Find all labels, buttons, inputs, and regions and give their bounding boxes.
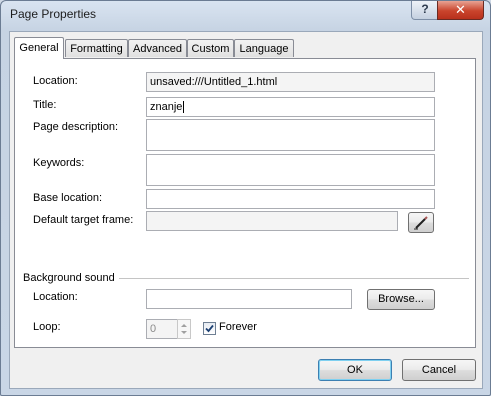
tab-language[interactable]: Language bbox=[234, 39, 294, 57]
keywords-label: Keywords: bbox=[33, 157, 85, 169]
cancel-button[interactable]: Cancel bbox=[402, 359, 476, 381]
window-title: Page Properties bbox=[10, 7, 97, 21]
close-button[interactable]: ✕ bbox=[437, 1, 484, 20]
title-input[interactable]: znanje​ bbox=[146, 97, 435, 117]
tab-advanced[interactable]: Advanced bbox=[128, 39, 187, 57]
location-label: Location: bbox=[33, 75, 78, 87]
dialog-client-area: General Formatting Advanced Custom Langu… bbox=[9, 31, 483, 389]
tab-custom[interactable]: Custom bbox=[187, 39, 234, 57]
base-location-label: Base location: bbox=[33, 192, 103, 204]
sound-location-input[interactable] bbox=[146, 289, 352, 309]
page-properties-dialog: Page Properties ? ✕ General Formatting A… bbox=[0, 0, 491, 396]
title-bar[interactable]: Page Properties ? ✕ bbox=[1, 1, 490, 29]
sound-location-label: Location: bbox=[33, 291, 78, 303]
text-cursor: ​ bbox=[183, 101, 185, 113]
title-label: Title: bbox=[33, 99, 57, 111]
checkmark-icon bbox=[205, 324, 214, 333]
page-description-label: Page description: bbox=[33, 121, 118, 133]
default-target-frame-label: Default target frame: bbox=[33, 214, 134, 226]
title-input-value: znanje bbox=[150, 101, 183, 113]
loop-spinner[interactable] bbox=[177, 319, 191, 339]
forever-checkbox[interactable] bbox=[203, 322, 216, 335]
ok-button[interactable]: OK bbox=[318, 359, 392, 381]
default-target-frame-field[interactable] bbox=[146, 211, 398, 231]
spin-arrows-icon bbox=[181, 324, 187, 334]
browse-button[interactable]: Browse... bbox=[367, 289, 435, 310]
base-location-input[interactable] bbox=[146, 189, 435, 209]
general-tab-panel: Location: unsaved:///Untitled_1.html Tit… bbox=[14, 58, 476, 348]
page-description-input[interactable] bbox=[146, 119, 435, 151]
pick-target-frame-button[interactable] bbox=[408, 212, 434, 233]
pencil-icon bbox=[414, 216, 428, 230]
background-sound-section-label: Background sound bbox=[23, 272, 115, 284]
forever-label: Forever bbox=[219, 321, 257, 333]
tab-general[interactable]: General bbox=[14, 37, 64, 59]
section-divider bbox=[119, 278, 469, 280]
tab-formatting[interactable]: Formatting bbox=[65, 39, 128, 57]
help-button[interactable]: ? bbox=[411, 1, 439, 20]
loop-count-input[interactable]: 0 bbox=[146, 319, 178, 339]
location-field[interactable]: unsaved:///Untitled_1.html bbox=[146, 72, 435, 92]
keywords-input[interactable] bbox=[146, 154, 435, 186]
loop-label: Loop: bbox=[33, 321, 61, 333]
